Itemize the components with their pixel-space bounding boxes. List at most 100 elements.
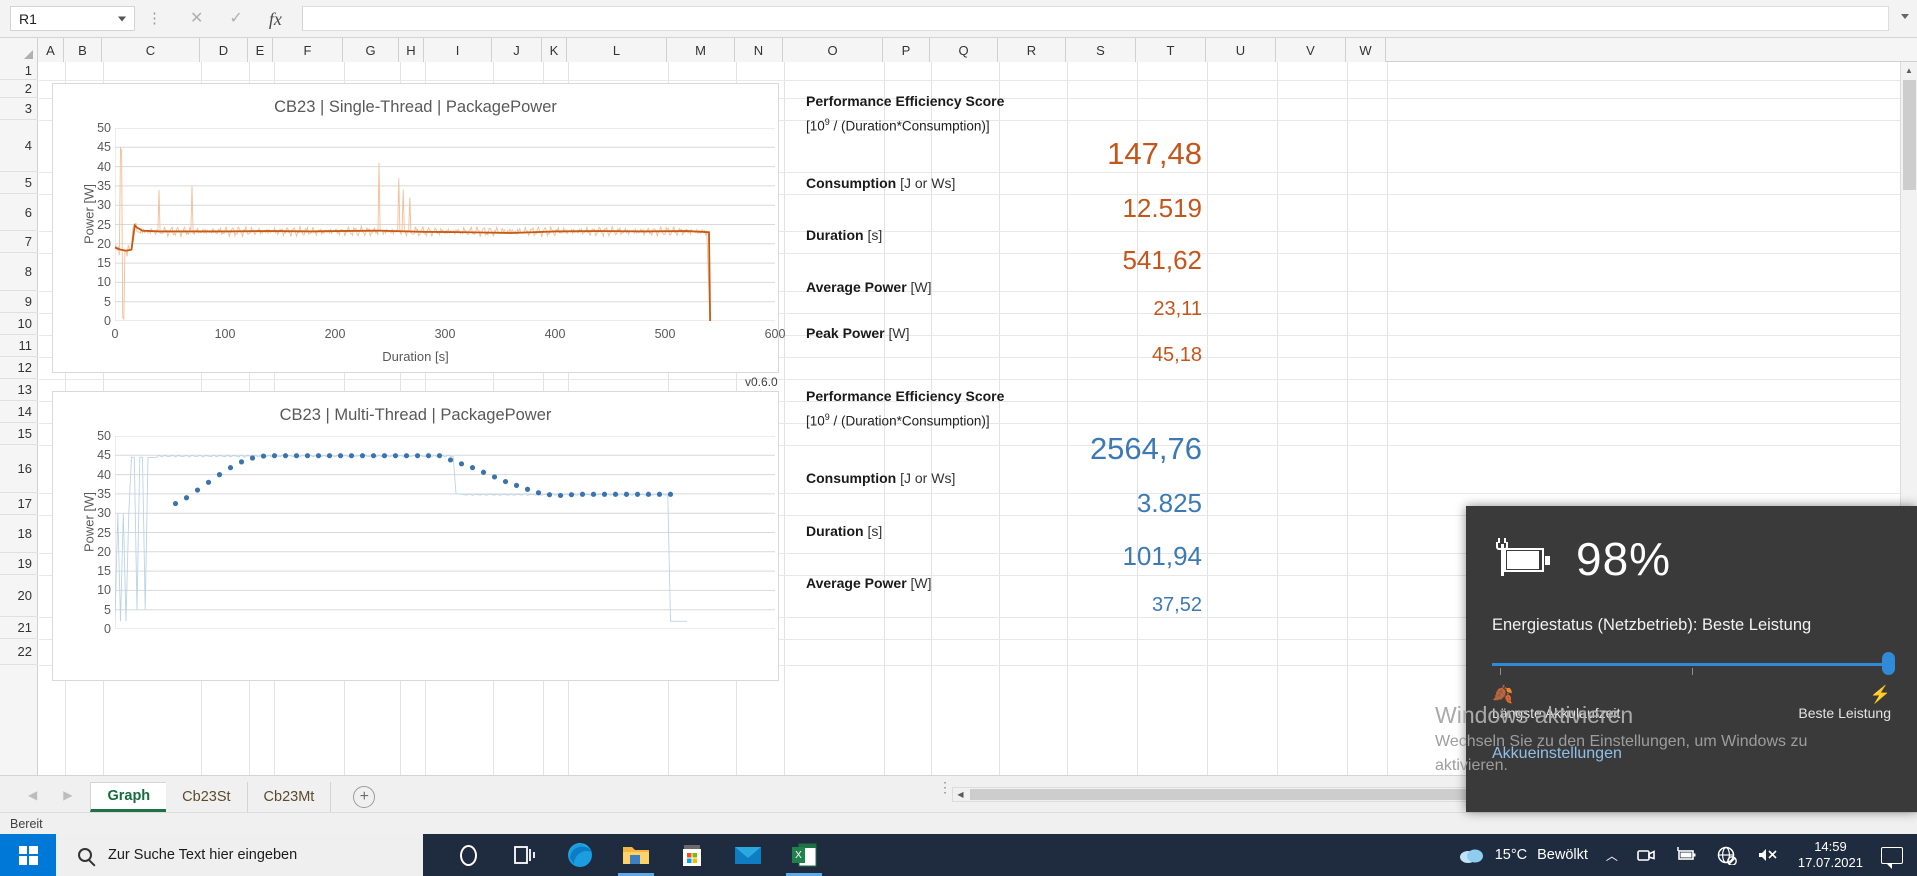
weather-widget[interactable]: 15°C Bewölkt [1459,846,1588,864]
row-header-4[interactable]: 4 [0,120,38,172]
slider-thumb[interactable] [1882,652,1895,675]
sheet-tab-graph[interactable]: Graph [90,782,167,812]
sheet-nav-arrows[interactable]: ◀ ▶ [0,788,90,812]
row-header-10[interactable]: 10 [0,313,38,335]
excel-icon[interactable]: X [786,840,822,876]
taskbar-clock[interactable]: 14:59 17.07.2021 [1798,839,1863,871]
name-box-chevron-down-icon[interactable] [118,16,126,21]
battery-flyout[interactable]: 98% Energiestatus (Netzbetrieb): Beste L… [1466,506,1917,812]
tab-overflow-icon[interactable]: ⋮ [938,780,952,794]
hscroll-left-arrow-icon[interactable]: ◀ [953,790,968,799]
vertical-scroll-thumb[interactable] [1903,80,1916,190]
row-header-21[interactable]: 21 [0,617,38,639]
stat-label-1-1: Performance Efficiency Score [806,93,1005,109]
row-header-20[interactable]: 20 [0,575,38,617]
column-header-c[interactable]: C [102,38,200,62]
insert-function-icon[interactable]: fx [269,10,282,28]
horizontal-scrollbar[interactable]: ◀ ▶ [952,787,1552,802]
x-tick: 100 [214,327,236,341]
column-header-h[interactable]: H [399,38,424,62]
column-header-s[interactable]: S [1066,38,1136,62]
battery-settings-link[interactable]: Akkueinstellungen [1492,745,1917,763]
column-header-k[interactable]: K [542,38,567,62]
mail-icon[interactable] [733,840,763,870]
row-header-9[interactable]: 9 [0,291,38,313]
row-header-13[interactable]: 13 [0,379,38,401]
column-header-f[interactable]: F [273,38,343,62]
row-header-8[interactable]: 8 [0,253,38,291]
column-header-j[interactable]: J [492,38,542,62]
column-header-v[interactable]: V [1276,38,1346,62]
column-header-l[interactable]: L [567,38,667,62]
clock-time: 14:59 [1814,839,1847,854]
formula-bar: R1 ⋮ ✕ ✓ fx [0,0,1917,38]
taskbar-search-box[interactable]: Zur Suche Text hier eingeben [56,834,423,876]
row-header-2[interactable]: 2 [0,80,38,98]
sheet-nav-next-icon[interactable]: ▶ [63,788,72,802]
row-header-15[interactable]: 15 [0,423,38,445]
column-header-t[interactable]: T [1136,38,1206,62]
column-header-g[interactable]: G [343,38,399,62]
edge-icon[interactable] [565,840,595,870]
row-header-14[interactable]: 14 [0,401,38,423]
column-header-q[interactable]: Q [930,38,998,62]
cortana-icon[interactable] [453,840,483,870]
row-header-17[interactable]: 17 [0,493,38,515]
formula-bar-expand-icon[interactable] [1901,14,1909,19]
file-explorer-icon[interactable] [618,840,654,876]
confirm-icon[interactable]: ✓ [229,10,242,27]
column-header-p[interactable]: P [883,38,930,62]
sheet-tab-cb23mt[interactable]: Cb23Mt [248,782,332,812]
column-header-b[interactable]: B [64,38,102,62]
row-header-6[interactable]: 6 [0,194,38,231]
column-header-m[interactable]: M [667,38,735,62]
column-header-w[interactable]: W [1346,38,1386,62]
formula-input[interactable] [301,6,1889,31]
scroll-up-arrow-icon[interactable]: ▲ [1901,62,1917,79]
network-icon[interactable] [1716,845,1738,865]
row-header-19[interactable]: 19 [0,553,38,575]
x-tick: 500 [654,327,676,341]
column-header-o[interactable]: O [783,38,883,62]
clock-date: 17.07.2021 [1797,855,1863,870]
task-view-icon[interactable] [509,840,539,870]
sheet-tab-cb23st[interactable]: Cb23St [166,782,248,812]
battery-percentage: 98% [1576,533,1672,585]
volume-muted-icon[interactable] [1756,846,1780,864]
formula-bar-grip[interactable]: ⋮ [147,11,162,26]
row-header-3[interactable]: 3 [0,98,38,120]
column-header-e[interactable]: E [248,38,273,62]
row-header-5[interactable]: 5 [0,172,38,194]
row-header-22[interactable]: 22 [0,639,38,665]
column-header-a[interactable]: A [38,38,64,62]
column-header-u[interactable]: U [1206,38,1276,62]
row-header-16[interactable]: 16 [0,445,38,493]
chart-single-thread[interactable]: CB23 | Single-Thread | PackagePower Powe… [52,83,785,373]
row-header-7[interactable]: 7 [0,231,38,253]
battery-icon[interactable] [1674,846,1698,864]
chart-multi-thread[interactable]: CB23 | Multi-Thread | PackagePower Power… [52,391,779,681]
action-center-icon[interactable] [1881,846,1903,869]
select-all-corner[interactable] [0,38,38,62]
horizontal-scroll-thumb[interactable] [970,789,1534,800]
add-sheet-button[interactable]: + [353,786,376,808]
camera-icon[interactable] [1636,846,1656,864]
sheet-nav-prev-icon[interactable]: ◀ [28,788,37,802]
row-header-11[interactable]: 11 [0,335,38,357]
power-mode-slider[interactable] [1492,652,1895,683]
column-header-n[interactable]: N [735,38,783,62]
start-button[interactable] [0,834,56,876]
name-box[interactable]: R1 [10,6,135,31]
x-tick: 300 [434,327,456,341]
cancel-icon[interactable]: ✕ [190,10,203,27]
row-header-12[interactable]: 12 [0,357,38,379]
column-header-i[interactable]: I [424,38,492,62]
chart1-title: CB23 | Single-Thread | PackagePower [274,98,557,116]
chart1-y-axis-label: Power [W] [81,184,97,244]
tray-expand-chevron-icon[interactable]: ︿ [1606,847,1618,864]
column-header-r[interactable]: R [998,38,1066,62]
column-header-d[interactable]: D [200,38,248,62]
microsoft-store-icon[interactable] [677,840,707,870]
row-header-18[interactable]: 18 [0,515,38,553]
row-header-1[interactable]: 1 [0,62,38,80]
